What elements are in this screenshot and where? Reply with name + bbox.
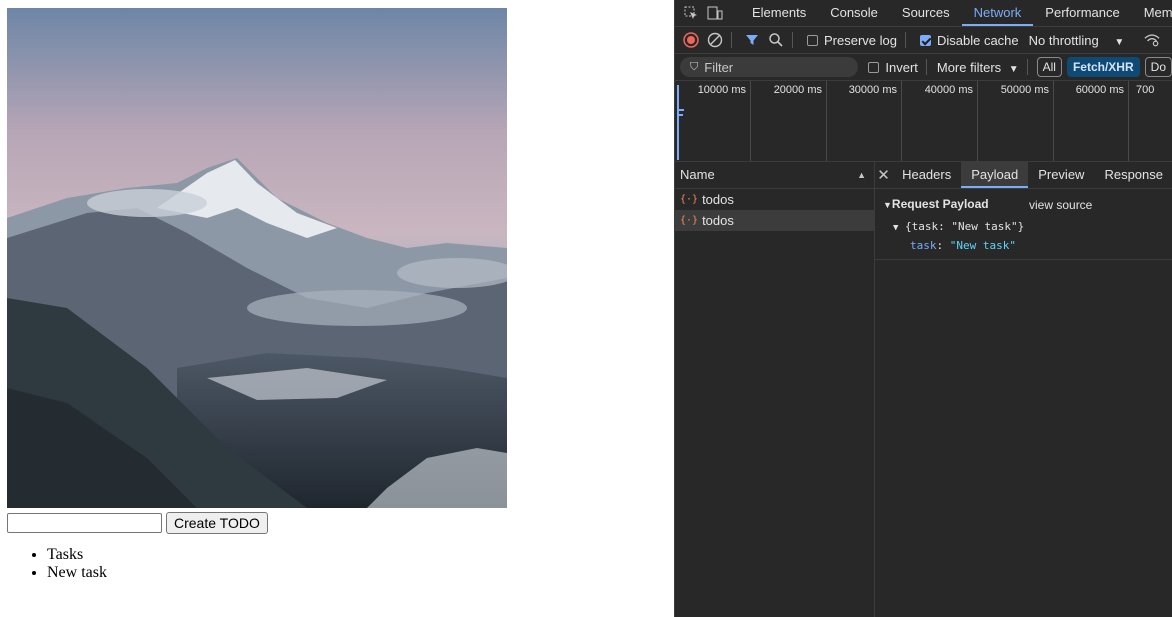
disable-cache-checkbox[interactable]: Disable cache (919, 32, 1019, 48)
payload-title[interactable]: ▼Request Payload (883, 197, 989, 211)
close-icon[interactable]: ✕ (875, 166, 892, 184)
clear-icon[interactable] (707, 32, 723, 48)
preserve-log-label: Preserve log (824, 32, 897, 48)
detail-tabs: ✕ Headers Payload Preview Response (875, 162, 1172, 189)
request-list: Name ▲ {·} todos {·} todos (675, 162, 875, 617)
timeline-tick: 20000 ms (751, 81, 827, 161)
request-row-selected[interactable]: {·} todos (675, 210, 874, 231)
device-toolbar-icon[interactable] (707, 5, 723, 21)
tab-response[interactable]: Response (1094, 162, 1172, 188)
payload-property: task: "New task" (910, 239, 1016, 252)
payload-key: task (910, 239, 937, 252)
timeline-tick: 700 (1129, 81, 1172, 161)
network-conditions-icon[interactable] (1144, 32, 1160, 48)
throttling-value: No throttling (1028, 32, 1099, 48)
tab-console[interactable]: Console (818, 0, 890, 26)
invert-checkbox[interactable]: Invert (868, 60, 918, 75)
filter-input[interactable]: ⛉ Filter (680, 57, 859, 77)
checkbox[interactable] (807, 34, 818, 46)
network-timeline[interactable]: 10000 ms 20000 ms 30000 ms 40000 ms 5000… (675, 81, 1172, 162)
tab-network[interactable]: Network (961, 0, 1034, 26)
request-detail-panel: ✕ Headers Payload Preview Response ▼Requ… (875, 162, 1172, 617)
tab-memory[interactable]: Memo (1132, 0, 1172, 26)
todo-list: Tasks New task (7, 546, 107, 582)
payload-section: ▼Request Payload view source ▼ {task: "N… (875, 189, 1172, 260)
more-filters-label: More filters (936, 59, 1002, 75)
filter-icon: ⛉ (690, 60, 699, 73)
view-source-link[interactable]: view source (1029, 198, 1092, 212)
more-filters-dropdown[interactable]: More filters ▼ (937, 60, 1019, 75)
request-name: todos (702, 192, 734, 207)
throttling-select[interactable]: No throttling ▼ (1029, 33, 1125, 48)
timeline-tick: 60000 ms (1054, 81, 1129, 161)
request-row[interactable]: {·} todos (675, 189, 874, 210)
xhr-icon: {·} (680, 194, 699, 205)
tab-sources[interactable]: Sources (890, 0, 962, 26)
timeline-tick: 50000 ms (978, 81, 1054, 161)
devtools-tabbar: Elements Console Sources Network Perform… (675, 0, 1172, 27)
request-name: todos (702, 213, 734, 228)
tab-preview[interactable]: Preview (1028, 162, 1094, 188)
timeline-marker (677, 85, 679, 160)
divider (904, 32, 906, 48)
checkbox[interactable] (868, 61, 880, 73)
payload-title-text: Request Payload (891, 197, 989, 211)
record-stop-icon[interactable] (683, 32, 699, 48)
name-column-header[interactable]: Name ▲ (675, 162, 874, 189)
create-todo-button[interactable]: Create TODO (166, 512, 268, 534)
filter-pill-doc[interactable]: Do (1144, 57, 1172, 77)
timeline-tick: 40000 ms (902, 81, 978, 161)
todo-input[interactable] (7, 513, 162, 533)
payload-object[interactable]: ▼ {task: "New task"} (893, 220, 1024, 233)
chevron-down-icon: ▼ (1008, 63, 1019, 75)
filter-placeholder: Filter (704, 59, 734, 75)
timeline-tick: 30000 ms (827, 81, 902, 161)
tab-performance[interactable]: Performance (1033, 0, 1131, 26)
tab-headers[interactable]: Headers (892, 162, 961, 188)
payload-value: "New task" (949, 239, 1016, 252)
filter-bar: ⛉ Filter Invert More filters ▼ All Fetch… (675, 54, 1172, 81)
preserve-log-checkbox[interactable]: Preserve log (807, 33, 897, 48)
search-icon[interactable] (768, 32, 784, 48)
checkbox-checked[interactable] (919, 34, 931, 46)
invert-label: Invert (885, 59, 918, 75)
chevron-down-icon: ▼ (1114, 36, 1125, 48)
disable-cache-label: Disable cache (936, 32, 1019, 48)
filter-pill-all[interactable]: All (1036, 57, 1062, 77)
tab-payload[interactable]: Payload (961, 162, 1029, 188)
mountain-image (7, 8, 507, 508)
network-toolbar: Preserve log Disable cache No throttling… (675, 27, 1172, 54)
name-header-label: Name (680, 167, 715, 182)
xhr-icon: {·} (680, 215, 699, 226)
timeline-tick: 10000 ms (675, 81, 751, 161)
triangle-down-icon: ▼ (883, 200, 892, 210)
payload-object-text: {task: "New task"} (905, 220, 1025, 233)
devtools-panel: Elements Console Sources Network Perform… (674, 0, 1172, 617)
filter-funnel-icon[interactable] (744, 32, 760, 48)
divider (792, 32, 793, 48)
timeline-bar (678, 114, 683, 116)
list-item: New task (47, 564, 107, 582)
divider (731, 32, 732, 48)
tab-elements[interactable]: Elements (740, 0, 818, 26)
timeline-bar (678, 109, 684, 111)
list-item: Tasks (47, 546, 107, 564)
inspect-element-icon[interactable] (684, 5, 698, 21)
divider (1026, 59, 1028, 75)
todo-form: Create TODO (7, 512, 268, 534)
filter-pill-fetch-xhr[interactable]: Fetch/XHR (1066, 57, 1140, 77)
sort-ascending-icon[interactable]: ▲ (857, 162, 866, 188)
triangle-down-icon: ▼ (893, 223, 899, 233)
divider (925, 59, 927, 75)
